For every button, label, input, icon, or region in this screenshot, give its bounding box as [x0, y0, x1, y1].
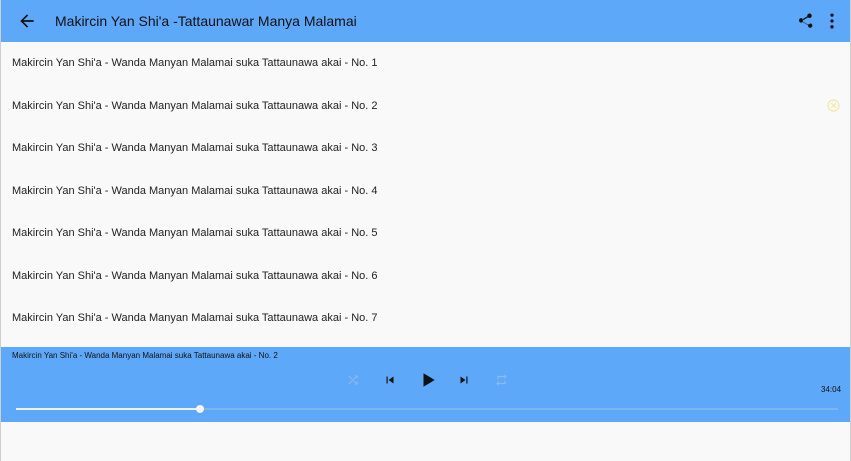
repeat-icon[interactable]: [494, 373, 509, 387]
skip-next-icon[interactable]: [457, 372, 471, 388]
seek-bar-progress: [16, 408, 201, 410]
play-icon[interactable]: [419, 370, 437, 390]
track-label: Makircin Yan Shi'a - Wanda Manyan Malama…: [12, 184, 378, 197]
track-label: Makircin Yan Shi'a - Wanda Manyan Malama…: [12, 57, 378, 69]
player-bar: Makircin Yan Shi'a - Wanda Manyan Malama…: [1, 347, 850, 422]
seek-bar[interactable]: [16, 405, 838, 413]
duration-label: 34:04: [821, 385, 842, 394]
skip-previous-icon[interactable]: [383, 372, 397, 388]
list-item[interactable]: Makircin Yan Shi'a - Wanda Manyan Malama…: [1, 85, 850, 128]
list-item[interactable]: Makircin Yan Shi'a - Wanda Manyan Malama…: [1, 297, 850, 340]
track-list: Makircin Yan Shi'a - Wanda Manyan Malama…: [1, 42, 850, 340]
track-label: Makircin Yan Shi'a - Wanda Manyan Malama…: [12, 99, 378, 112]
shuffle-icon[interactable]: [346, 373, 360, 387]
page-title: Makircin Yan Shi'a -Tattaunawar Manya Ma…: [55, 13, 357, 29]
bottom-area: [1, 422, 850, 461]
list-item[interactable]: Makircin Yan Shi'a - Wanda Manyan Malama…: [1, 42, 850, 85]
track-label: Makircin Yan Shi'a - Wanda Manyan Malama…: [12, 269, 378, 282]
seek-bar-thumb[interactable]: [196, 405, 205, 413]
list-item[interactable]: Makircin Yan Shi'a - Wanda Manyan Malama…: [1, 255, 850, 298]
arrow-left-icon[interactable]: [17, 11, 37, 31]
more-vert-icon[interactable]: [825, 11, 839, 31]
list-item[interactable]: Makircin Yan Shi'a - Wanda Manyan Malama…: [1, 127, 850, 170]
app-bar: Makircin Yan Shi'a -Tattaunawar Manya Ma…: [1, 0, 850, 42]
list-item[interactable]: Makircin Yan Shi'a - Wanda Manyan Malama…: [1, 170, 850, 213]
track-label: Makircin Yan Shi'a - Wanda Manyan Malama…: [12, 142, 378, 154]
now-playing-title: Makircin Yan Shi'a - Wanda Manyan Malama…: [12, 351, 278, 360]
track-label: Makircin Yan Shi'a - Wanda Manyan Malama…: [12, 312, 378, 324]
share-icon[interactable]: [796, 11, 814, 31]
track-label: Makircin Yan Shi'a - Wanda Manyan Malama…: [12, 227, 378, 239]
now-playing-icon: [827, 98, 840, 112]
list-item[interactable]: Makircin Yan Shi'a - Wanda Manyan Malama…: [1, 212, 850, 255]
